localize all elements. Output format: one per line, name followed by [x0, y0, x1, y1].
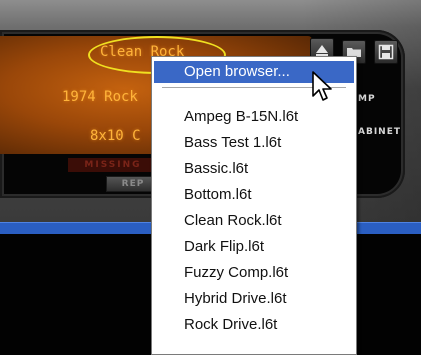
- missing-indicator: MISSING: [68, 158, 158, 172]
- menu-item-preset[interactable]: Dark Flip.l6t: [154, 236, 354, 258]
- menu-item-preset[interactable]: Bassic.l6t: [154, 158, 354, 180]
- menu-item-preset[interactable]: Bottom.l6t: [154, 184, 354, 206]
- cabinet-model-display[interactable]: 8x10 C: [90, 128, 141, 144]
- menu-item-preset[interactable]: Hybrid Drive.l6t: [154, 288, 354, 310]
- save-button[interactable]: [374, 40, 398, 64]
- menu-item-preset[interactable]: Clean Rock.l6t: [154, 210, 354, 232]
- menu-item-preset[interactable]: Fuzzy Comp.l6t: [154, 262, 354, 284]
- menu-item-preset[interactable]: Ampeg B-15N.l6t: [154, 106, 354, 128]
- floppy-disk-icon: [378, 44, 394, 60]
- menu-item-preset[interactable]: Rock Drive.l6t: [154, 314, 354, 336]
- cabinet-section-label: ABINET: [358, 127, 401, 137]
- menu-item-preset[interactable]: Bass Test 1.l6t: [154, 132, 354, 154]
- amp-model-display[interactable]: 1974 Rock: [62, 89, 138, 105]
- mouse-pointer-icon: [312, 71, 332, 101]
- screenshot-frame: Clean Rock 1974 Rock 8x10 C MISSING REP …: [0, 0, 421, 355]
- amp-section-label: MP: [358, 94, 376, 104]
